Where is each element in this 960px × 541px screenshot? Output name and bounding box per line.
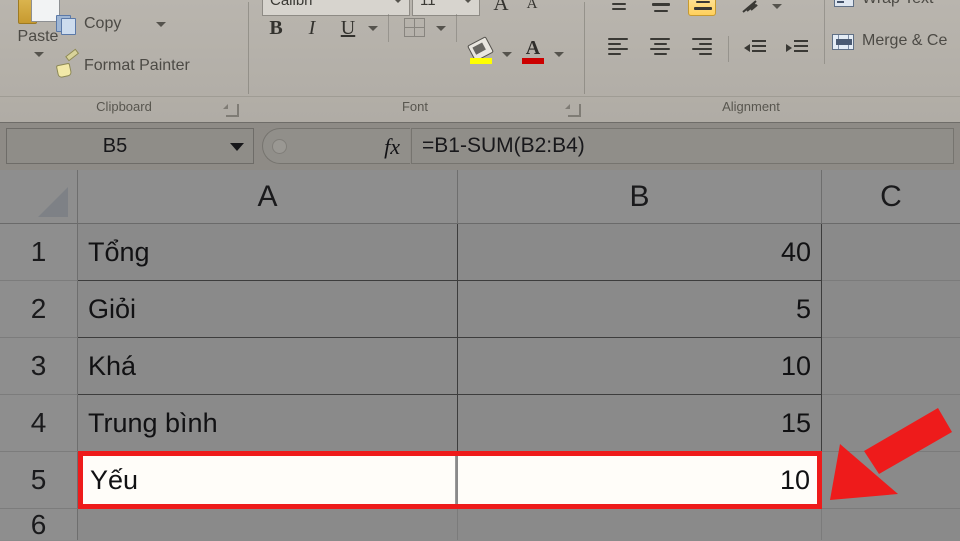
cell-a5[interactable]: Yếu — [80, 454, 456, 507]
column-header-c[interactable]: C — [822, 170, 960, 224]
copy-button-label: Copy — [84, 15, 122, 32]
align-top-icon[interactable] — [608, 0, 630, 14]
clipboard-dialog-launcher[interactable] — [223, 104, 239, 117]
font-size-value: 11 — [420, 0, 436, 9]
cell-a4[interactable]: Trung bình — [78, 395, 458, 452]
cell-c3[interactable] — [822, 338, 960, 395]
cell-b6[interactable] — [458, 509, 822, 540]
cell-c6[interactable] — [822, 509, 960, 540]
cell-c1[interactable] — [822, 224, 960, 281]
alignment-group-divider-2 — [824, 0, 825, 64]
row-header-6[interactable]: 6 — [0, 509, 78, 540]
excel-window: Paste Copy Format Painter Calibri 11 A A… — [0, 0, 960, 540]
align-bottom-icon — [692, 0, 714, 14]
align-middle-icon[interactable] — [650, 0, 672, 14]
bold-button[interactable]: B — [262, 14, 290, 42]
cell-a2[interactable]: Giỏi — [78, 281, 458, 338]
group-separator-clipboard-font — [248, 2, 249, 94]
fill-color-caret-icon[interactable] — [502, 52, 512, 57]
format-painter-label: Format Painter — [84, 57, 190, 74]
format-painter-icon — [55, 48, 80, 79]
grow-font-icon[interactable]: A — [488, 0, 514, 16]
font-group-divider — [388, 14, 389, 42]
cell-c4[interactable] — [822, 395, 960, 452]
shrink-font-icon[interactable]: A — [520, 0, 544, 16]
alignment-group-divider — [728, 36, 729, 62]
ribbon-group-labels: Clipboard Font Alignment — [0, 96, 960, 122]
merge-center-icon — [832, 34, 854, 50]
underline-button[interactable]: U — [334, 14, 362, 42]
align-center-icon[interactable] — [650, 38, 672, 56]
select-all-triangle-icon — [38, 187, 68, 217]
row-header-5[interactable]: 5 — [0, 452, 78, 509]
cell-a3[interactable]: Khá — [78, 338, 458, 395]
wrap-text-label[interactable]: Wrap Text — [862, 0, 933, 10]
name-box[interactable]: B5 — [6, 128, 254, 164]
paste-icon — [18, 0, 60, 28]
group-label-font: Font — [401, 99, 428, 114]
group-label-alignment: Alignment — [722, 99, 780, 114]
cell-b5[interactable]: 10 — [458, 454, 820, 507]
row-header-1[interactable]: 1 — [0, 224, 78, 281]
formula-input[interactable]: =B1-SUM(B2:B4) — [411, 128, 954, 164]
fill-color-button[interactable] — [467, 36, 494, 66]
select-all-corner[interactable] — [0, 170, 78, 224]
cell-b1[interactable]: 40 — [458, 224, 822, 281]
font-color-button[interactable]: A — [522, 37, 546, 66]
group-separator-font-alignment — [584, 2, 585, 94]
align-left-icon[interactable] — [608, 38, 630, 56]
font-color-swatch — [522, 58, 544, 64]
cell-c2[interactable] — [822, 281, 960, 338]
font-size-caret-icon[interactable] — [463, 0, 473, 3]
font-size-combo[interactable]: 11 — [412, 0, 480, 16]
merge-center-label[interactable]: Merge & Ce — [862, 30, 947, 52]
italic-button[interactable]: I — [298, 14, 326, 42]
row-header-3[interactable]: 3 — [0, 338, 78, 395]
font-color-caret-icon[interactable] — [554, 52, 564, 57]
row-header-4[interactable]: 4 — [0, 395, 78, 452]
copy-button[interactable]: Copy — [56, 10, 176, 38]
borders-icon[interactable] — [404, 18, 425, 37]
formula-input-value: =B1-SUM(B2:B4) — [422, 134, 585, 157]
ribbon-groups: Paste Copy Format Painter Calibri 11 A A… — [0, 0, 960, 96]
name-box-value: B5 — [102, 135, 128, 157]
font-dialog-launcher[interactable] — [565, 104, 581, 117]
row-header-2[interactable]: 2 — [0, 281, 78, 338]
cancel-enter-icon — [272, 139, 287, 154]
borders-caret-icon[interactable] — [436, 26, 446, 31]
fill-color-swatch — [470, 58, 492, 64]
insert-function-icon[interactable]: fx — [384, 132, 400, 162]
font-name-value: Calibri — [270, 0, 313, 9]
worksheet-grid: A B C 1 Tổng 40 2 Giỏi 5 3 Khá 10 4 Trun… — [0, 170, 960, 540]
underline-caret-icon[interactable] — [368, 26, 378, 31]
wrap-text-icon — [834, 0, 854, 7]
cell-b2[interactable]: 5 — [458, 281, 822, 338]
cell-a1[interactable]: Tổng — [78, 224, 458, 281]
group-label-clipboard: Clipboard — [96, 99, 152, 114]
formula-bar: B5 fx =B1-SUM(B2:B4) — [0, 122, 960, 172]
insert-function-area[interactable]: fx — [262, 128, 410, 164]
copy-icon — [56, 13, 78, 35]
font-name-caret-icon[interactable] — [393, 0, 403, 3]
cell-b3[interactable]: 10 — [458, 338, 822, 395]
copy-dropdown-caret-icon[interactable] — [156, 22, 166, 27]
orientation-caret-icon[interactable] — [772, 4, 782, 9]
increase-indent-icon[interactable] — [786, 40, 808, 56]
name-box-caret-icon[interactable] — [230, 143, 244, 151]
cell-a6[interactable] — [78, 509, 458, 540]
ribbon: Paste Copy Format Painter Calibri 11 A A… — [0, 0, 960, 122]
font-group-divider-2 — [456, 14, 457, 42]
text-orientation-icon[interactable] — [742, 0, 764, 14]
decrease-indent-icon[interactable] — [744, 40, 766, 56]
column-header-a[interactable]: A — [78, 170, 458, 224]
format-painter-button[interactable]: Format Painter — [55, 48, 246, 80]
cell-c5[interactable] — [822, 452, 960, 509]
font-color-icon: A — [525, 37, 541, 59]
align-right-icon[interactable] — [692, 38, 714, 56]
align-bottom-button[interactable] — [688, 0, 716, 16]
column-header-b[interactable]: B — [458, 170, 822, 224]
paste-dropdown-caret-icon[interactable] — [34, 52, 44, 57]
cell-b4[interactable]: 15 — [458, 395, 822, 452]
